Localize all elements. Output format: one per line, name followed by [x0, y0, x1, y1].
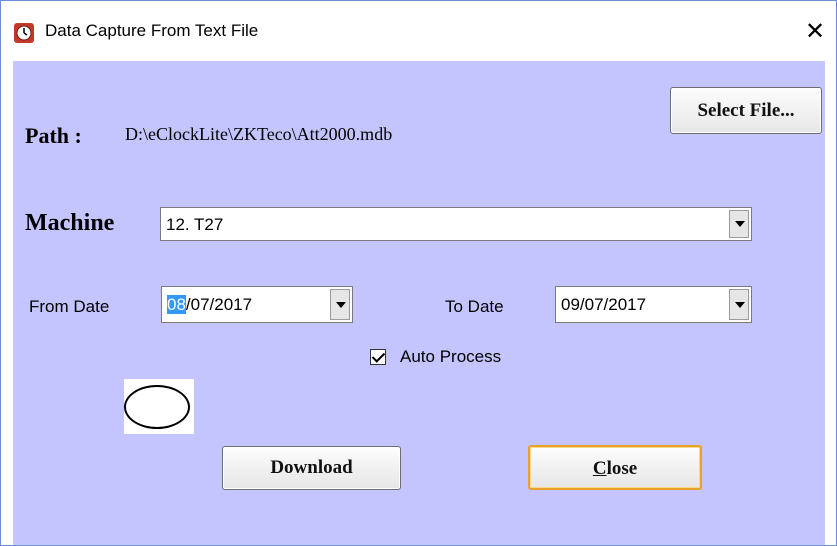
select-file-button[interactable]: Select File... [670, 87, 822, 134]
title-bar[interactable]: Data Capture From Text File ✕ [1, 1, 836, 61]
to-date-label: To Date [445, 297, 504, 316]
status-indicator [124, 379, 194, 434]
close-button-label-rest: lose [606, 458, 638, 479]
from-date-picker[interactable]: 08/07/2017 [161, 286, 353, 323]
machine-select[interactable]: 12. T27 [160, 207, 752, 241]
chevron-down-icon[interactable] [330, 289, 350, 320]
close-button-mnemonic: C [592, 458, 607, 479]
auto-process-label[interactable]: Auto Process [400, 347, 501, 367]
from-date-value: 08/07/2017 [167, 295, 252, 315]
window-title: Data Capture From Text File [45, 21, 259, 40]
path-value: D:\eClockLite\ZKTeco\Att2000.mdb [125, 124, 393, 144]
path-label: Path : [25, 123, 82, 148]
from-date-selected-day[interactable]: 08 [167, 295, 186, 314]
oval-shape [124, 385, 190, 429]
from-date-rest: /07/2017 [185, 295, 253, 314]
download-button[interactable]: Download [222, 446, 401, 490]
close-button[interactable]: Close [528, 445, 702, 490]
auto-process-checkbox[interactable] [370, 349, 386, 365]
machine-selected-value: 12. T27 [166, 215, 224, 234]
close-window-icon[interactable]: ✕ [801, 16, 829, 46]
data-capture-window: Data Capture From Text File ✕ Path : D:\… [0, 0, 837, 546]
to-date-value: 09/07/2017 [561, 295, 647, 314]
dialog-body: Path : D:\eClockLite\ZKTeco\Att2000.mdb … [13, 61, 825, 545]
chevron-down-icon[interactable] [729, 210, 749, 238]
to-date-picker[interactable]: 09/07/2017 [555, 286, 752, 323]
from-date-label: From Date [29, 297, 110, 316]
chevron-down-icon[interactable] [729, 289, 749, 320]
clock-icon [14, 23, 34, 43]
machine-label: Machine [25, 210, 115, 236]
